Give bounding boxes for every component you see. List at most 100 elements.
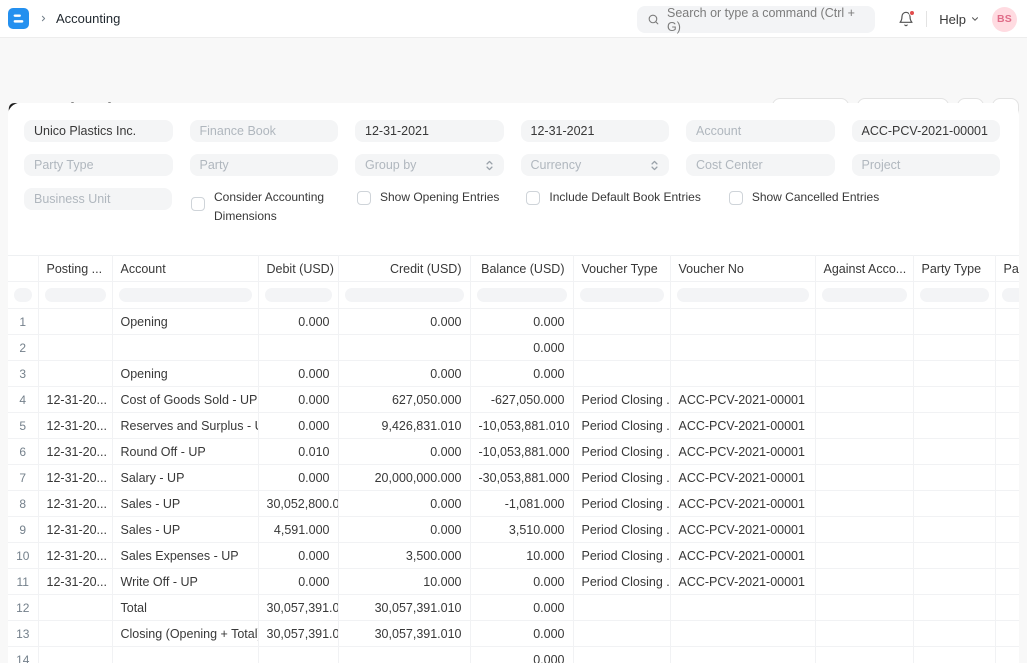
cell[interactable]: 4,591.000	[258, 517, 338, 543]
cell[interactable]: 0.000	[470, 595, 573, 621]
cell[interactable]	[573, 335, 670, 361]
cell[interactable]: -30,053,881.000	[470, 465, 573, 491]
cell[interactable]: Reserves and Surplus - UP	[112, 413, 258, 439]
currency-select[interactable]: Currency	[521, 154, 670, 176]
cell[interactable]: Round Off - UP	[112, 439, 258, 465]
cell[interactable]	[670, 335, 815, 361]
cell[interactable]	[913, 387, 995, 413]
cell[interactable]: 30,057,391.010	[338, 621, 470, 647]
cell[interactable]: Period Closing ...	[573, 569, 670, 595]
cell[interactable]	[573, 309, 670, 335]
cell[interactable]: Sales - UP	[112, 517, 258, 543]
column-filter-input[interactable]	[119, 288, 252, 302]
cell[interactable]: 0.000	[470, 647, 573, 663]
column-header[interactable]: Party Type	[913, 256, 995, 282]
cell[interactable]	[112, 647, 258, 663]
cell[interactable]	[38, 309, 112, 335]
cell[interactable]	[670, 309, 815, 335]
column-header[interactable]: Voucher Type	[573, 256, 670, 282]
cell[interactable]: 12-31-20...	[38, 569, 112, 595]
cell[interactable]: Period Closing ...	[573, 517, 670, 543]
cell[interactable]: 0.000	[258, 543, 338, 569]
cell[interactable]	[38, 647, 112, 663]
cell[interactable]: 12-31-20...	[38, 413, 112, 439]
cell[interactable]	[995, 361, 1019, 387]
cell[interactable]: 30,057,391.010	[258, 595, 338, 621]
cell[interactable]: 0.010	[258, 439, 338, 465]
cell[interactable]	[913, 309, 995, 335]
cell[interactable]: 3,500.000	[338, 543, 470, 569]
column-filter-input[interactable]	[920, 288, 989, 302]
cell[interactable]: 12-31-20...	[38, 465, 112, 491]
cell[interactable]	[995, 309, 1019, 335]
column-header[interactable]	[8, 256, 38, 282]
cell[interactable]: 0.000	[338, 517, 470, 543]
cell[interactable]	[995, 595, 1019, 621]
cell[interactable]: 0.000	[470, 621, 573, 647]
cell[interactable]	[815, 439, 913, 465]
cell[interactable]: 0.000	[338, 491, 470, 517]
cell[interactable]: Opening	[112, 361, 258, 387]
column-filter-input[interactable]	[822, 288, 907, 302]
column-header[interactable]: Party	[995, 256, 1019, 282]
cell[interactable]: 0.000	[338, 361, 470, 387]
cell[interactable]: 10.000	[470, 543, 573, 569]
cell[interactable]	[995, 439, 1019, 465]
cell[interactable]	[815, 361, 913, 387]
cell[interactable]	[815, 335, 913, 361]
column-filter-input[interactable]	[1002, 288, 1020, 302]
cell[interactable]	[913, 517, 995, 543]
cell[interactable]	[995, 621, 1019, 647]
cell[interactable]	[815, 413, 913, 439]
cell[interactable]	[815, 465, 913, 491]
column-header[interactable]: Voucher No	[670, 256, 815, 282]
cell[interactable]: -10,053,881.000	[470, 439, 573, 465]
cell[interactable]: 12-31-20...	[38, 543, 112, 569]
to-date-filter[interactable]: 12-31-2021	[521, 120, 670, 142]
cell[interactable]	[338, 335, 470, 361]
cell[interactable]	[38, 335, 112, 361]
cost-center-filter[interactable]: Cost Center	[686, 154, 835, 176]
account-filter[interactable]: Account	[686, 120, 835, 142]
cell[interactable]: Sales Expenses - UP	[112, 543, 258, 569]
cell[interactable]: ACC-PCV-2021-00001	[670, 517, 815, 543]
cell[interactable]: 20,000,000.000	[338, 465, 470, 491]
cell[interactable]	[815, 569, 913, 595]
party-type-filter[interactable]: Party Type	[24, 154, 173, 176]
cell[interactable]: -627,050.000	[470, 387, 573, 413]
cell[interactable]	[112, 335, 258, 361]
cell[interactable]: ACC-PCV-2021-00001	[670, 387, 815, 413]
cell[interactable]: ACC-PCV-2021-00001	[670, 439, 815, 465]
column-header[interactable]: Account	[112, 256, 258, 282]
cell[interactable]: 30,057,391.010	[258, 621, 338, 647]
cell[interactable]	[995, 335, 1019, 361]
erpnext-logo-icon[interactable]	[8, 8, 29, 29]
show-opening-entries-checkbox[interactable]: Show Opening Entries	[357, 188, 499, 207]
cell[interactable]: ACC-PCV-2021-00001	[670, 465, 815, 491]
cell[interactable]	[995, 543, 1019, 569]
include-default-book-entries-checkbox[interactable]: Include Default Book Entries	[526, 188, 700, 207]
cell[interactable]	[38, 621, 112, 647]
cell[interactable]: Closing (Opening + Total)	[112, 621, 258, 647]
cell[interactable]: Total	[112, 595, 258, 621]
column-header[interactable]: Debit (USD)	[258, 256, 338, 282]
cell[interactable]: 30,057,391.010	[338, 595, 470, 621]
cell[interactable]: 9,426,831.010	[338, 413, 470, 439]
cell[interactable]	[573, 361, 670, 387]
consider-accounting-dimensions-checkbox[interactable]: Consider Accounting Dimensions	[191, 188, 331, 225]
cell[interactable]: 627,050.000	[338, 387, 470, 413]
cell[interactable]	[573, 621, 670, 647]
column-filter-input[interactable]	[345, 288, 464, 302]
cell[interactable]: 0.000	[258, 387, 338, 413]
cell[interactable]	[815, 543, 913, 569]
from-date-filter[interactable]: 12-31-2021	[355, 120, 504, 142]
cell[interactable]: Salary - UP	[112, 465, 258, 491]
column-filter-input[interactable]	[14, 288, 32, 302]
cell[interactable]: 12-31-20...	[38, 517, 112, 543]
finance-book-filter[interactable]: Finance Book	[190, 120, 339, 142]
cell[interactable]: -1,081.000	[470, 491, 573, 517]
cell[interactable]: -10,053,881.010	[470, 413, 573, 439]
cell[interactable]	[913, 413, 995, 439]
cell[interactable]	[815, 595, 913, 621]
cell[interactable]	[995, 413, 1019, 439]
